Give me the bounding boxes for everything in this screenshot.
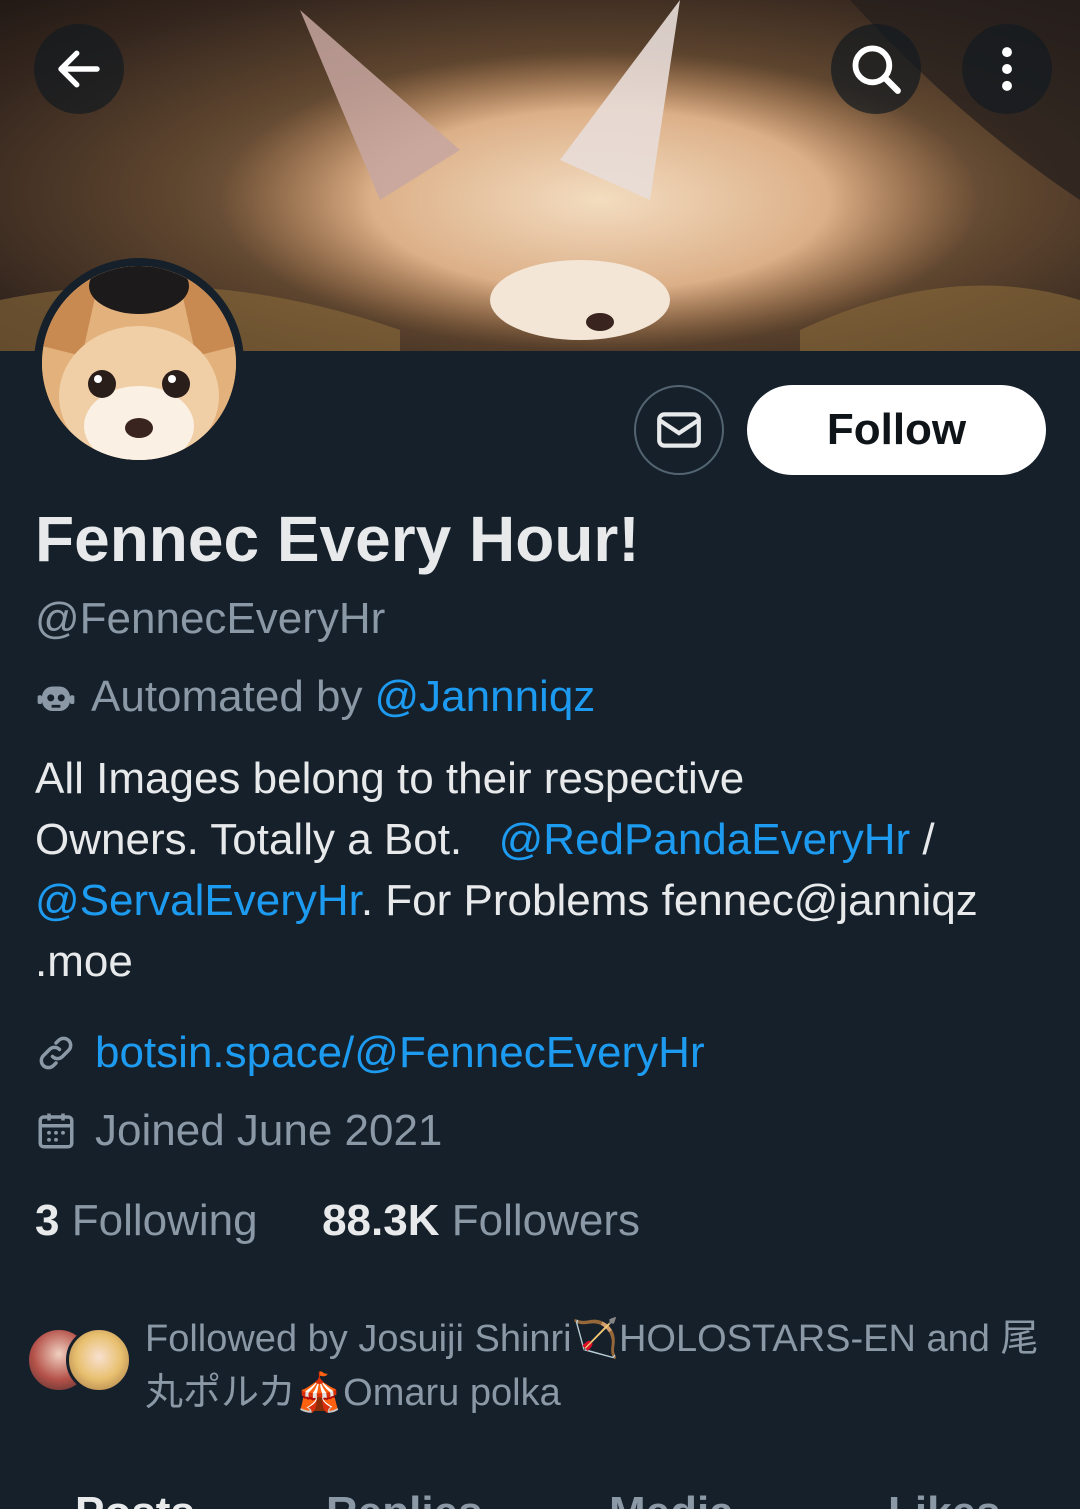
followers-label: Followers (451, 1196, 640, 1245)
followers-count: 88.3K (322, 1196, 440, 1245)
bio-line-2-text: Owners. Totally a Bot. (35, 815, 463, 864)
profile-avatar[interactable] (34, 258, 244, 468)
fennec-avatar-image (42, 266, 236, 460)
follow-stats: 3 Following 88.3K Followers (35, 1196, 640, 1246)
display-name: Fennec Every Hour! (35, 503, 640, 575)
back-button[interactable] (34, 24, 124, 114)
automated-by-link[interactable]: @Jannniqz (375, 672, 596, 722)
search-button[interactable] (831, 24, 921, 114)
profile-bio: All Images belong to their respective Ow… (35, 748, 1045, 992)
calendar-icon (38, 1113, 74, 1149)
joined-row: Joined June 2021 (35, 1106, 442, 1156)
envelope-icon (657, 412, 701, 448)
bio-line-3-text: . For Problems fennec@janniqz (360, 876, 978, 925)
more-vertical-icon (1002, 47, 1012, 91)
message-button[interactable] (634, 385, 724, 475)
bio-line-2: Owners. Totally a Bot. @RedPandaEveryHr … (35, 809, 1045, 870)
automated-label: Automated by @Jannniqz (35, 672, 595, 722)
arrow-left-icon (58, 50, 100, 88)
mention-redpanda-link[interactable]: @RedPandaEveryHr (499, 815, 911, 864)
link-icon (39, 1036, 73, 1070)
joined-date: Joined June 2021 (95, 1106, 443, 1155)
username-handle: @FennecEveryHr (35, 594, 386, 643)
website-row: botsin.space/@FennecEveryHr (35, 1028, 705, 1078)
robot-icon (37, 686, 75, 711)
tab-likes[interactable]: Likes (888, 1488, 1001, 1509)
tab-media[interactable]: Media (609, 1488, 734, 1509)
tab-posts[interactable]: Posts (75, 1488, 195, 1509)
more-options-button[interactable] (962, 24, 1052, 114)
bio-line-4: .moe (35, 937, 133, 986)
bio-line-1: All Images belong to their respective (35, 754, 745, 803)
followers-stat[interactable]: 88.3K Followers (322, 1196, 640, 1245)
automated-prefix: Automated by (91, 672, 363, 721)
following-label: Following (71, 1196, 258, 1245)
search-icon (852, 45, 901, 94)
website-link[interactable]: botsin.space/@FennecEveryHr (95, 1028, 705, 1078)
bio-slash: / (922, 815, 935, 864)
tab-replies[interactable]: Replies (326, 1488, 483, 1509)
follower-avatar-2[interactable] (66, 1327, 132, 1393)
mention-serval-link[interactable]: @ServalEveryHr (35, 876, 361, 925)
followed-by-text[interactable]: Followed by Josuiji Shinri🏹HOLOSTARS-EN … (145, 1312, 1055, 1420)
bio-line-3: @ServalEveryHr. For Problems fennec@jann… (35, 870, 1045, 931)
follow-button[interactable]: Follow (747, 385, 1046, 475)
following-stat[interactable]: 3 Following (35, 1196, 270, 1245)
following-count: 3 (35, 1196, 60, 1245)
